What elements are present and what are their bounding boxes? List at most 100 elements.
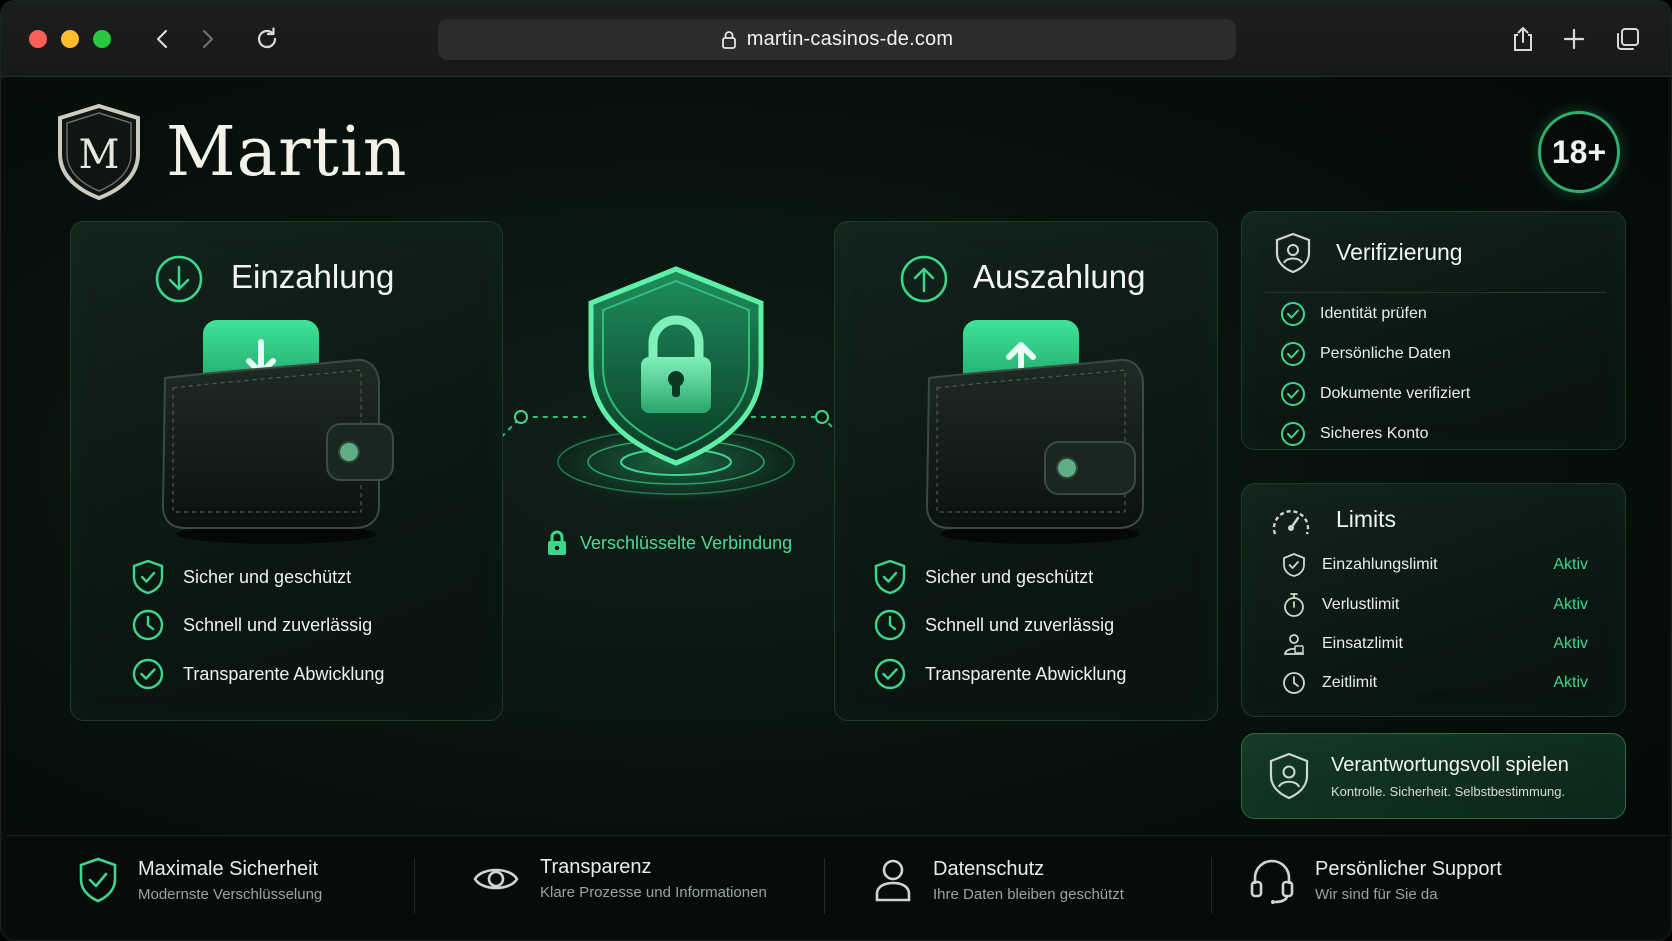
separator (414, 858, 415, 914)
reload-button[interactable] (251, 23, 283, 55)
encrypted-text: Verschlüsselte Verbindung (580, 532, 793, 553)
clock-icon (132, 609, 164, 641)
check-circle-icon (132, 658, 164, 690)
footer-subtitle: Wir sind für Sie da (1315, 885, 1438, 903)
limit-label: Zeitlimit (1322, 674, 1378, 691)
browser-toolbar: martin-casinos-de.com (1, 1, 1671, 77)
features-footer: Maximale Sicherheit Modernste Verschlüss… (6, 835, 1668, 939)
limits-card: Limits Einzahlungslimit Aktiv Verlustlim… (1241, 483, 1626, 717)
verification-item: Identität prüfen (1280, 301, 1427, 327)
responsible-title: Verantwortungsvoll spielen (1331, 754, 1569, 776)
clock-icon (1283, 672, 1305, 694)
footer-subtitle: Modernste Verschlüsselung (138, 885, 323, 903)
footer-title: Datenschutz (933, 857, 1045, 880)
wallet-withdrawal-icon (925, 320, 1144, 544)
minimize-window-button[interactable] (61, 30, 79, 48)
verification-label: Sicheres Konto (1320, 425, 1429, 442)
new-tab-button[interactable] (1558, 23, 1590, 55)
limit-row-stake[interactable]: Einsatzlimit Aktiv (1282, 631, 1588, 657)
check-circle-icon (1281, 342, 1305, 366)
user-shield-icon (1269, 752, 1309, 800)
limit-status: Aktiv (1553, 674, 1588, 691)
back-button[interactable] (147, 23, 179, 55)
url-text: martin-casinos-de.com (746, 28, 954, 50)
check-circle-icon (874, 658, 906, 690)
responsible-subtitle: Kontrolle. Sicherheit. Selbstbestimmung. (1331, 784, 1566, 799)
forward-button[interactable] (191, 23, 223, 55)
separator (824, 858, 825, 914)
footer-subtitle: Klare Prozesse und Informationen (540, 884, 767, 901)
footer-item-support[interactable]: Persönlicher Support Wir sind für Sie da (1249, 856, 1502, 904)
user-lock-icon (1283, 634, 1305, 655)
deposit-card: Einzahlung Sicher und geschützt Schnell … (70, 221, 503, 721)
withdrawal-feature-secure: Sicher und geschützt (873, 559, 1093, 595)
limit-row-deposit[interactable]: Einzahlungslimit Aktiv (1282, 552, 1588, 578)
verification-label: Persönliche Daten (1320, 345, 1451, 362)
responsible-gaming-card[interactable]: Verantwortungsvoll spielen Kontrolle. Si… (1241, 733, 1626, 819)
shield-check-icon (132, 559, 164, 595)
footer-item-transparency: Transparenz Klare Prozesse und Informati… (472, 856, 767, 901)
clock-icon (874, 609, 906, 641)
arrow-down-circle-icon (155, 255, 203, 303)
eye-icon (473, 868, 519, 889)
security-shield-lock-icon (551, 266, 801, 502)
wallet-deposit-icon (161, 320, 394, 544)
shield-check-icon (1283, 553, 1305, 577)
headset-icon (1250, 859, 1294, 904)
verification-item: Dokumente verifiziert (1280, 381, 1470, 407)
check-circle-icon (1281, 422, 1305, 446)
reload-icon (257, 27, 277, 49)
limit-label: Verlustlimit (1322, 596, 1400, 613)
plus-icon (1563, 28, 1585, 50)
limit-row-time[interactable]: Zeitlimit Aktiv (1282, 670, 1588, 696)
footer-item-security: Maximale Sicherheit Modernste Verschlüss… (78, 856, 322, 904)
feature-label: Transparente Abwicklung (925, 663, 1127, 684)
close-window-button[interactable] (29, 30, 47, 48)
share-button[interactable] (1507, 23, 1539, 55)
deposit-feature-secure: Sicher und geschützt (131, 559, 351, 595)
verification-title: Verifizierung (1336, 239, 1463, 265)
check-circle-icon (1281, 302, 1305, 326)
limits-title: Limits (1336, 506, 1397, 532)
footer-title: Maximale Sicherheit (138, 857, 319, 880)
limit-status: Aktiv (1553, 635, 1588, 652)
user-icon (875, 859, 911, 902)
deposit-feature-fast: Schnell und zuverlässig (131, 608, 372, 642)
feature-label: Schnell und zuverlässig (183, 614, 373, 635)
footer-subtitle: Ihre Daten bleiben geschützt (933, 885, 1124, 903)
lock-icon (721, 30, 736, 49)
gauge-icon (1272, 510, 1310, 535)
limit-row-loss[interactable]: Verlustlimit Aktiv (1282, 592, 1588, 618)
tabs-icon (1617, 28, 1639, 50)
deposit-title: Einzahlung (231, 258, 395, 295)
address-bar[interactable]: martin-casinos-de.com (438, 19, 1236, 60)
stopwatch-icon (1284, 593, 1304, 617)
chevron-right-icon (202, 29, 214, 49)
encrypted-connection-label: Verschlüsselte Verbindung (546, 529, 792, 557)
check-circle-icon (1281, 382, 1305, 406)
limit-label: Einzahlungslimit (1322, 556, 1438, 573)
footer-item-privacy: Datenschutz Ihre Daten bleiben geschützt (873, 856, 1124, 904)
feature-label: Sicher und geschützt (925, 566, 1094, 587)
maximize-window-button[interactable] (93, 30, 111, 48)
verification-label: Dokumente verifiziert (1320, 385, 1471, 402)
withdrawal-feature-fast: Schnell und zuverlässig (873, 608, 1114, 642)
user-shield-icon (1275, 232, 1311, 274)
withdrawal-card: Auszahlung Sicher und geschützt Schnell … (834, 221, 1218, 721)
shield-check-icon (79, 857, 117, 903)
verification-item: Sicheres Konto (1280, 421, 1429, 447)
padlock-icon (548, 530, 566, 555)
arrow-up-circle-icon (900, 255, 948, 303)
divider (1264, 292, 1606, 293)
chevron-left-icon (156, 29, 168, 49)
verification-item: Persönliche Daten (1280, 341, 1451, 367)
feature-label: Schnell und zuverlässig (925, 614, 1115, 635)
verification-card: Verifizierung Identität prüfen Persönlic… (1241, 211, 1626, 450)
feature-label: Sicher und geschützt (183, 566, 352, 587)
shield-check-icon (874, 559, 906, 595)
browser-window: martin-casinos-de.com M Martin 18+ Einza… (0, 0, 1672, 941)
deposit-feature-transparent: Transparente Abwicklung (131, 657, 384, 691)
withdrawal-title: Auszahlung (973, 258, 1146, 295)
footer-title: Transparenz (540, 856, 652, 878)
tab-overview-button[interactable] (1612, 23, 1644, 55)
